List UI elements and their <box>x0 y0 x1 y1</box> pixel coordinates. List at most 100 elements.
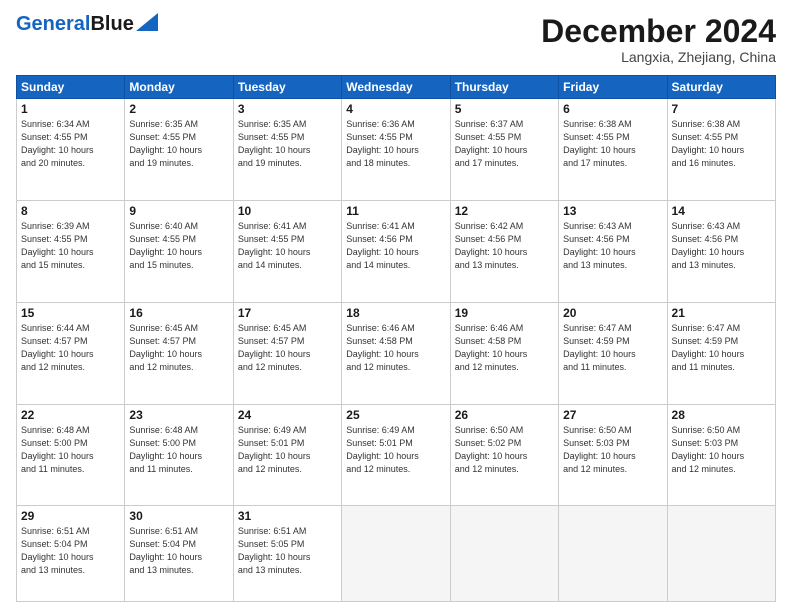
day-info: Sunrise: 6:46 AM Sunset: 4:58 PM Dayligh… <box>455 322 554 374</box>
day-number: 19 <box>455 306 554 320</box>
calendar-cell: 4Sunrise: 6:36 AM Sunset: 4:55 PM Daylig… <box>342 99 450 201</box>
day-info: Sunrise: 6:50 AM Sunset: 5:03 PM Dayligh… <box>672 424 771 476</box>
day-info: Sunrise: 6:42 AM Sunset: 4:56 PM Dayligh… <box>455 220 554 272</box>
calendar-cell: 30 Sunrise: 6:51 AM Sunset: 5:04 PM Dayli… <box>125 506 233 602</box>
day-number: 25 <box>346 408 445 422</box>
calendar-cell: 3Sunrise: 6:35 AM Sunset: 4:55 PM Daylig… <box>233 99 341 201</box>
week-row-1: 1 Sunrise: 6:34 AM Sunset: 4:55 PM Daylig… <box>17 99 776 201</box>
day-number: 4 <box>346 102 445 116</box>
day-info: Sunrise: 6:47 AM Sunset: 4:59 PM Dayligh… <box>563 322 662 374</box>
calendar-cell: 22 Sunrise: 6:48 AM Sunset: 5:00 PM Dayli… <box>17 404 125 506</box>
day-number: 30 <box>129 509 228 523</box>
calendar-cell: 29 Sunrise: 6:51 AM Sunset: 5:04 PM Dayli… <box>17 506 125 602</box>
day-info: Sunrise: 6:38 AM Sunset: 4:55 PM Dayligh… <box>672 118 771 170</box>
day-number: 27 <box>563 408 662 422</box>
day-info: Sunrise: 6:43 AM Sunset: 4:56 PM Dayligh… <box>672 220 771 272</box>
week-row-2: 8 Sunrise: 6:39 AM Sunset: 4:55 PM Daylig… <box>17 200 776 302</box>
day-info: Sunrise: 6:44 AM Sunset: 4:57 PM Dayligh… <box>21 322 120 374</box>
day-number: 12 <box>455 204 554 218</box>
calendar-header-saturday: Saturday <box>667 76 775 99</box>
calendar-cell: 1 Sunrise: 6:34 AM Sunset: 4:55 PM Daylig… <box>17 99 125 201</box>
calendar-header-wednesday: Wednesday <box>342 76 450 99</box>
week-row-5: 29 Sunrise: 6:51 AM Sunset: 5:04 PM Dayli… <box>17 506 776 602</box>
day-info: Sunrise: 6:49 AM Sunset: 5:01 PM Dayligh… <box>238 424 337 476</box>
day-number: 14 <box>672 204 771 218</box>
day-info: Sunrise: 6:48 AM Sunset: 5:00 PM Dayligh… <box>129 424 228 476</box>
calendar-cell <box>450 506 558 602</box>
day-number: 6 <box>563 102 662 116</box>
calendar-cell: 26Sunrise: 6:50 AM Sunset: 5:02 PM Dayli… <box>450 404 558 506</box>
week-row-4: 22 Sunrise: 6:48 AM Sunset: 5:00 PM Dayli… <box>17 404 776 506</box>
day-info: Sunrise: 6:43 AM Sunset: 4:56 PM Dayligh… <box>563 220 662 272</box>
day-info: Sunrise: 6:45 AM Sunset: 4:57 PM Dayligh… <box>238 322 337 374</box>
day-info: Sunrise: 6:41 AM Sunset: 4:56 PM Dayligh… <box>346 220 445 272</box>
day-number: 31 <box>238 509 337 523</box>
calendar-cell: 23 Sunrise: 6:48 AM Sunset: 5:00 PM Dayli… <box>125 404 233 506</box>
day-info: Sunrise: 6:37 AM Sunset: 4:55 PM Dayligh… <box>455 118 554 170</box>
day-info: Sunrise: 6:47 AM Sunset: 4:59 PM Dayligh… <box>672 322 771 374</box>
calendar-cell <box>559 506 667 602</box>
calendar-cell: 15 Sunrise: 6:44 AM Sunset: 4:57 PM Dayli… <box>17 302 125 404</box>
header: GeneralBlue December 2024 Langxia, Zheji… <box>16 14 776 65</box>
day-number: 15 <box>21 306 120 320</box>
day-info: Sunrise: 6:45 AM Sunset: 4:57 PM Dayligh… <box>129 322 228 374</box>
logo-text: GeneralBlue <box>16 14 134 34</box>
calendar-cell: 27Sunrise: 6:50 AM Sunset: 5:03 PM Dayli… <box>559 404 667 506</box>
day-number: 18 <box>346 306 445 320</box>
day-info: Sunrise: 6:48 AM Sunset: 5:00 PM Dayligh… <box>21 424 120 476</box>
logo: GeneralBlue <box>16 14 158 34</box>
location: Langxia, Zhejiang, China <box>541 49 776 65</box>
calendar-header-thursday: Thursday <box>450 76 558 99</box>
day-info: Sunrise: 6:51 AM Sunset: 5:04 PM Dayligh… <box>129 525 228 577</box>
calendar-cell: 31 Sunrise: 6:51 AM Sunset: 5:05 PM Dayli… <box>233 506 341 602</box>
day-info: Sunrise: 6:38 AM Sunset: 4:55 PM Dayligh… <box>563 118 662 170</box>
day-number: 28 <box>672 408 771 422</box>
calendar-header-sunday: Sunday <box>17 76 125 99</box>
calendar-header-tuesday: Tuesday <box>233 76 341 99</box>
day-info: Sunrise: 6:46 AM Sunset: 4:58 PM Dayligh… <box>346 322 445 374</box>
calendar-cell: 2 Sunrise: 6:35 AM Sunset: 4:55 PM Daylig… <box>125 99 233 201</box>
day-number: 8 <box>21 204 120 218</box>
day-number: 17 <box>238 306 337 320</box>
day-info: Sunrise: 6:35 AM Sunset: 4:55 PM Dayligh… <box>129 118 228 170</box>
calendar-cell: 16Sunrise: 6:45 AM Sunset: 4:57 PM Dayli… <box>125 302 233 404</box>
calendar-cell <box>667 506 775 602</box>
calendar-header-row: SundayMondayTuesdayWednesdayThursdayFrid… <box>17 76 776 99</box>
logo-arrow-icon <box>136 13 158 31</box>
main-container: GeneralBlue December 2024 Langxia, Zheji… <box>0 0 792 612</box>
day-number: 23 <box>129 408 228 422</box>
day-number: 3 <box>238 102 337 116</box>
day-number: 9 <box>129 204 228 218</box>
calendar-cell: 24 Sunrise: 6:49 AM Sunset: 5:01 PM Dayli… <box>233 404 341 506</box>
calendar-cell: 20Sunrise: 6:47 AM Sunset: 4:59 PM Dayli… <box>559 302 667 404</box>
day-number: 10 <box>238 204 337 218</box>
day-number: 29 <box>21 509 120 523</box>
calendar-table: SundayMondayTuesdayWednesdayThursdayFrid… <box>16 75 776 602</box>
calendar-cell: 7 Sunrise: 6:38 AM Sunset: 4:55 PM Daylig… <box>667 99 775 201</box>
day-info: Sunrise: 6:49 AM Sunset: 5:01 PM Dayligh… <box>346 424 445 476</box>
calendar-cell: 6 Sunrise: 6:38 AM Sunset: 4:55 PM Daylig… <box>559 99 667 201</box>
day-number: 7 <box>672 102 771 116</box>
day-number: 13 <box>563 204 662 218</box>
day-number: 5 <box>455 102 554 116</box>
day-info: Sunrise: 6:51 AM Sunset: 5:04 PM Dayligh… <box>21 525 120 577</box>
calendar-cell: 25 Sunrise: 6:49 AM Sunset: 5:01 PM Dayli… <box>342 404 450 506</box>
day-number: 24 <box>238 408 337 422</box>
calendar-cell: 28 Sunrise: 6:50 AM Sunset: 5:03 PM Dayli… <box>667 404 775 506</box>
day-number: 21 <box>672 306 771 320</box>
calendar-cell: 18 Sunrise: 6:46 AM Sunset: 4:58 PM Dayli… <box>342 302 450 404</box>
day-number: 11 <box>346 204 445 218</box>
day-info: Sunrise: 6:41 AM Sunset: 4:55 PM Dayligh… <box>238 220 337 272</box>
calendar-cell: 13 Sunrise: 6:43 AM Sunset: 4:56 PM Dayli… <box>559 200 667 302</box>
week-row-3: 15 Sunrise: 6:44 AM Sunset: 4:57 PM Dayli… <box>17 302 776 404</box>
day-number: 1 <box>21 102 120 116</box>
day-info: Sunrise: 6:51 AM Sunset: 5:05 PM Dayligh… <box>238 525 337 577</box>
calendar-cell: 9 Sunrise: 6:40 AM Sunset: 4:55 PM Daylig… <box>125 200 233 302</box>
day-number: 22 <box>21 408 120 422</box>
day-info: Sunrise: 6:40 AM Sunset: 4:55 PM Dayligh… <box>129 220 228 272</box>
calendar-cell: 14 Sunrise: 6:43 AM Sunset: 4:56 PM Dayli… <box>667 200 775 302</box>
day-info: Sunrise: 6:34 AM Sunset: 4:55 PM Dayligh… <box>21 118 120 170</box>
day-number: 2 <box>129 102 228 116</box>
day-info: Sunrise: 6:39 AM Sunset: 4:55 PM Dayligh… <box>21 220 120 272</box>
title-section: December 2024 Langxia, Zhejiang, China <box>541 14 776 65</box>
